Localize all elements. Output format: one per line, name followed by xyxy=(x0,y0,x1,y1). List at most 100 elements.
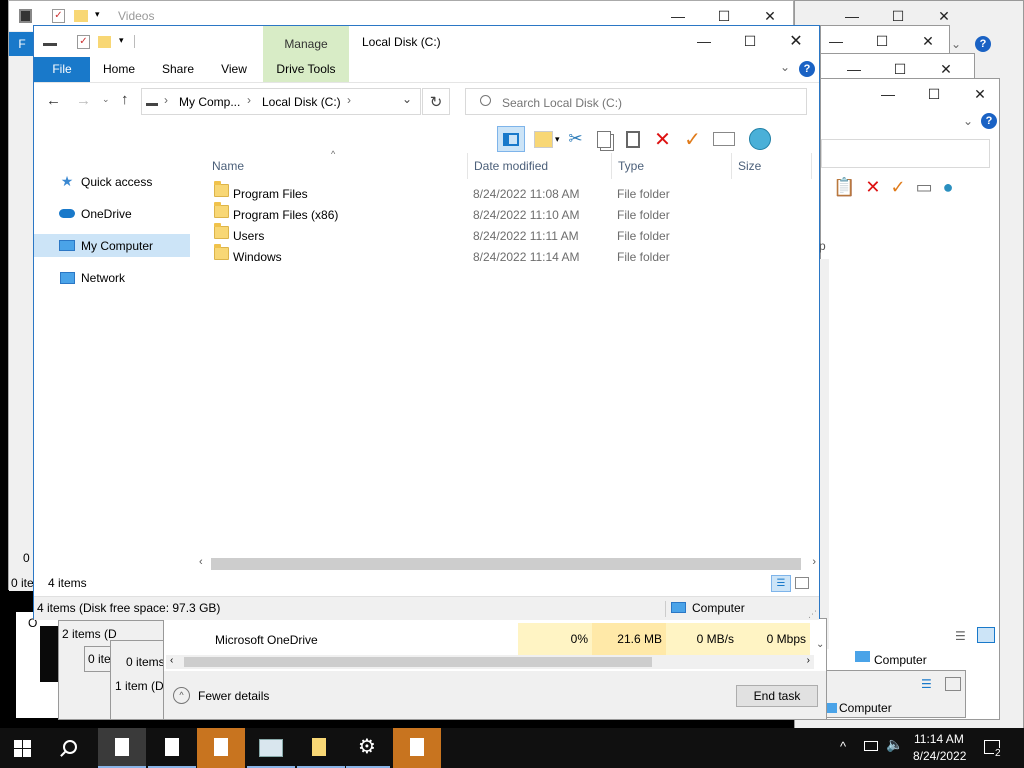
new-folder-icon[interactable] xyxy=(74,10,88,22)
bg-vscroll[interactable] xyxy=(819,259,829,649)
up-button[interactable]: ↑ xyxy=(121,91,129,108)
details-view-icon[interactable]: ☰ xyxy=(921,677,932,691)
breadcrumb-sep-icon[interactable]: › xyxy=(347,93,351,107)
layout-icon[interactable] xyxy=(529,126,557,152)
list-item[interactable]: Windows 8/24/2022 11:14 AM File folder xyxy=(210,244,810,268)
new-folder-icon[interactable] xyxy=(98,36,111,48)
explorer-window-bg-4[interactable]: — ☐ ✕ ⌄ ? 📋 ✕ ✓ ▭ ● p ☰ Computer xyxy=(819,78,1003,720)
column-header-date[interactable]: Date modified xyxy=(468,153,612,179)
hscroll-thumb[interactable] xyxy=(211,558,801,570)
large-icons-view-icon[interactable] xyxy=(945,677,961,691)
properties-icon[interactable]: ✓ xyxy=(77,35,90,49)
tab-share[interactable]: Share xyxy=(152,57,204,82)
delete-icon[interactable]: ✕ xyxy=(865,177,880,198)
shell-icon[interactable]: ● xyxy=(943,177,954,198)
search-input[interactable] xyxy=(500,92,794,113)
explorer-window[interactable]: ✓ ▾ Manage Local Disk (C:) — ☐ ✕ File Ho… xyxy=(33,25,820,620)
videos-ribbon-tab-file[interactable]: F xyxy=(9,32,35,56)
shell-icon[interactable] xyxy=(746,126,774,152)
horizontal-scrollbar[interactable]: ‹ › xyxy=(195,556,818,573)
preview-pane-icon[interactable] xyxy=(497,126,525,152)
properties-icon[interactable]: ▭ xyxy=(916,177,933,198)
resize-grip-icon[interactable]: ⋰ xyxy=(808,603,817,626)
clock-time[interactable]: 11:14 AM xyxy=(914,732,964,746)
help-icon[interactable]: ? xyxy=(981,113,997,129)
taskbar-item-file-explorer[interactable] xyxy=(297,728,345,768)
help-icon[interactable]: ? xyxy=(799,61,815,77)
bg-window-items0b[interactable]: 0 items 1 item (D xyxy=(110,640,170,720)
fewer-details-link[interactable]: Fewer details xyxy=(198,689,269,703)
scroll-right-icon[interactable]: › xyxy=(812,556,816,568)
qat-dropdown-icon[interactable]: ▾ xyxy=(119,35,124,46)
column-header-name[interactable]: Name xyxy=(206,153,468,179)
help-icon[interactable]: ? xyxy=(975,36,991,52)
chevron-down-icon[interactable]: ⌄ xyxy=(963,114,973,128)
copy-icon[interactable] xyxy=(592,126,616,152)
scroll-left-icon[interactable]: ‹ xyxy=(170,655,173,666)
large-icons-view-icon[interactable] xyxy=(977,627,995,643)
sidebar-item-network[interactable]: Network xyxy=(34,266,190,289)
tm-process-row[interactable]: Microsoft OneDrive 0% 21.6 MB 0 MB/s 0 M… xyxy=(164,623,814,655)
breadcrumb-my-computer[interactable]: My Comp... xyxy=(179,95,240,109)
taskbar-item-doc-orange-2[interactable] xyxy=(393,728,441,768)
list-item[interactable]: Program Files 8/24/2022 11:08 AM File fo… xyxy=(210,181,810,205)
tray-chevron-up-icon[interactable]: ^ xyxy=(840,739,846,754)
properties-icon[interactable]: ✓ xyxy=(52,9,65,23)
start-button[interactable] xyxy=(14,740,31,757)
sidebar-item-onedrive[interactable]: OneDrive xyxy=(34,202,190,225)
forward-button[interactable]: → xyxy=(76,92,91,109)
tm-hscroll-thumb[interactable] xyxy=(184,657,652,667)
taskbar-item-task-manager[interactable] xyxy=(247,728,295,768)
tm-scroll-down-icon[interactable]: ⌄ xyxy=(816,639,824,650)
recent-locations-icon[interactable]: ⌄ xyxy=(102,94,110,105)
properties-icon[interactable] xyxy=(710,126,738,152)
details-view-icon[interactable]: ☰ xyxy=(955,629,966,643)
breadcrumb-local-disk[interactable]: Local Disk (C:) xyxy=(262,95,341,109)
column-header-type[interactable]: Type xyxy=(612,153,732,179)
delete-icon[interactable]: ✕ xyxy=(650,126,676,152)
back-button[interactable]: ← xyxy=(46,92,61,109)
layout-dropdown-icon[interactable]: ▾ xyxy=(555,134,560,145)
tab-home[interactable]: Home xyxy=(94,57,144,82)
address-dropdown-icon[interactable]: ⌄ xyxy=(402,92,412,106)
title-bar[interactable]: ✓ ▾ Manage Local Disk (C:) — ☐ ✕ xyxy=(34,26,819,82)
cut-icon[interactable]: ✂ xyxy=(564,126,588,152)
large-icons-view-button[interactable] xyxy=(795,577,809,589)
explorer-window-bg-2[interactable]: — ☐ ✕ xyxy=(820,25,950,55)
details-view-button[interactable]: ☰ xyxy=(771,575,791,592)
taskbar-item-notepad[interactable] xyxy=(148,728,196,768)
search-input-bg[interactable] xyxy=(821,139,990,168)
list-item[interactable]: Program Files (x86) 8/24/2022 11:10 AM F… xyxy=(210,202,810,226)
search-box[interactable] xyxy=(465,88,807,115)
taskbar-item-settings[interactable]: ⚙ xyxy=(346,728,390,768)
ribbon-expand-icon[interactable]: ⌄ xyxy=(780,60,790,74)
chevron-up-circle-icon[interactable]: ^ xyxy=(173,687,190,704)
paste-icon[interactable]: 📋 xyxy=(833,177,855,198)
rename-icon[interactable]: ✓ xyxy=(680,126,706,152)
close-button[interactable]: ✕ xyxy=(957,79,1003,109)
clock-date[interactable]: 8/24/2022 xyxy=(913,749,966,763)
taskbar-item-explorer-active[interactable] xyxy=(98,728,146,768)
tab-drive-tools[interactable]: Drive Tools xyxy=(263,57,349,82)
minimize-button[interactable]: — xyxy=(681,26,727,56)
tab-file[interactable]: File xyxy=(34,57,90,82)
end-task-button[interactable]: End task xyxy=(736,685,818,707)
address-bar[interactable]: › My Comp... › Local Disk (C:) › ⌄ xyxy=(141,88,421,115)
refresh-button[interactable]: ↻ xyxy=(422,88,450,115)
taskbar-item-doc-orange[interactable] xyxy=(197,728,245,768)
column-header-size[interactable]: Size xyxy=(732,153,812,179)
sidebar-item-my-computer[interactable]: My Computer xyxy=(34,234,190,257)
close-button[interactable]: ✕ xyxy=(905,26,951,56)
maximize-button[interactable]: ☐ xyxy=(911,79,957,109)
tm-hscroll[interactable]: ‹ › xyxy=(166,655,814,669)
breadcrumb-sep-icon[interactable]: › xyxy=(164,93,168,107)
breadcrumb-sep-icon[interactable]: › xyxy=(247,93,251,107)
list-item[interactable]: Users 8/24/2022 11:11 AM File folder xyxy=(210,223,810,247)
rename-icon[interactable]: ✓ xyxy=(891,177,906,198)
sidebar-item-quick-access[interactable]: ★ Quick access xyxy=(34,170,190,193)
hscroll-track[interactable] xyxy=(211,558,801,570)
minimize-button[interactable]: — xyxy=(865,79,911,109)
paste-icon[interactable] xyxy=(620,126,646,152)
qat-dropdown-icon[interactable]: ▾ xyxy=(95,9,100,20)
scroll-right-icon[interactable]: › xyxy=(807,655,810,666)
